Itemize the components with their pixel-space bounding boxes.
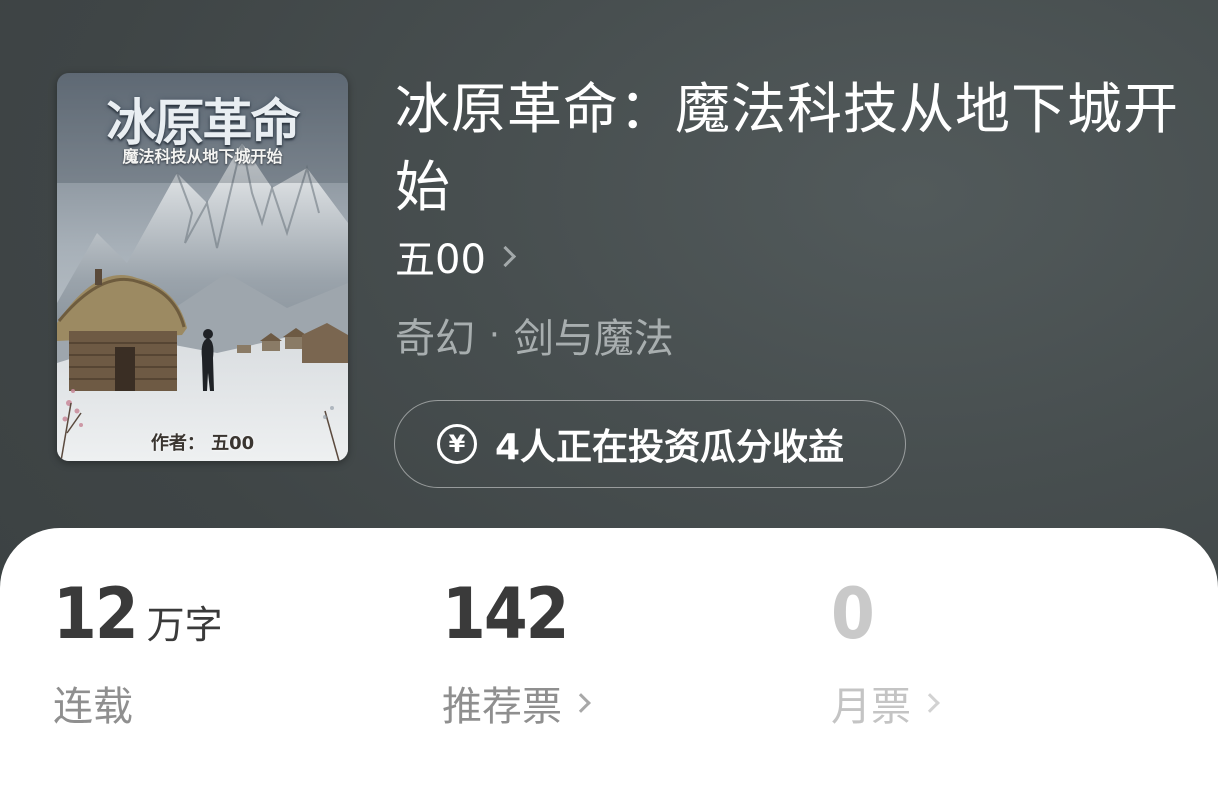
- word-count-unit: 万字: [146, 603, 223, 647]
- cover-author: 作者： 五00: [150, 433, 255, 454]
- author-link[interactable]: 五00: [395, 228, 517, 284]
- stats-card: 12 万字 连载 142 推荐票 0 月票: [0, 528, 1218, 788]
- monthly-votes-value: 0: [831, 573, 875, 655]
- investment-button[interactable]: ¥ 4人正在投资瓜分收益: [394, 400, 906, 488]
- recommend-votes-stat[interactable]: 142 推荐票: [442, 573, 591, 732]
- genre-line: 奇幻 · 剑与魔法: [395, 306, 674, 364]
- yen-circle-icon: ¥: [437, 424, 477, 464]
- monthly-votes-label: 月票: [831, 684, 911, 730]
- cover-subtitle: 魔法科技从地下城开始: [122, 147, 283, 166]
- chevron-right-icon: [494, 245, 517, 267]
- book-title: 冰原革命：魔法科技从地下城开始: [395, 77, 1180, 219]
- word-count-value: 12: [53, 573, 139, 655]
- recommend-votes-label: 推荐票: [442, 684, 562, 730]
- investment-text: 4人正在投资瓜分收益: [495, 427, 845, 468]
- chevron-right-icon: [920, 693, 940, 713]
- genre-primary: 奇幻: [395, 316, 475, 362]
- author-name: 五00: [395, 237, 486, 283]
- book-cover[interactable]: 冰原革命 魔法科技从地下城开始 作者： 五00: [57, 73, 348, 461]
- genre-secondary: 剑与魔法: [513, 316, 674, 362]
- serial-status-label: 连载: [53, 684, 133, 730]
- monthly-votes-stat[interactable]: 0 月票: [831, 573, 940, 732]
- chevron-right-icon: [571, 693, 591, 713]
- word-count-stat: 12 万字 连载: [53, 576, 223, 732]
- recommend-votes-value: 142: [442, 573, 569, 655]
- genre-separator: ·: [489, 315, 500, 355]
